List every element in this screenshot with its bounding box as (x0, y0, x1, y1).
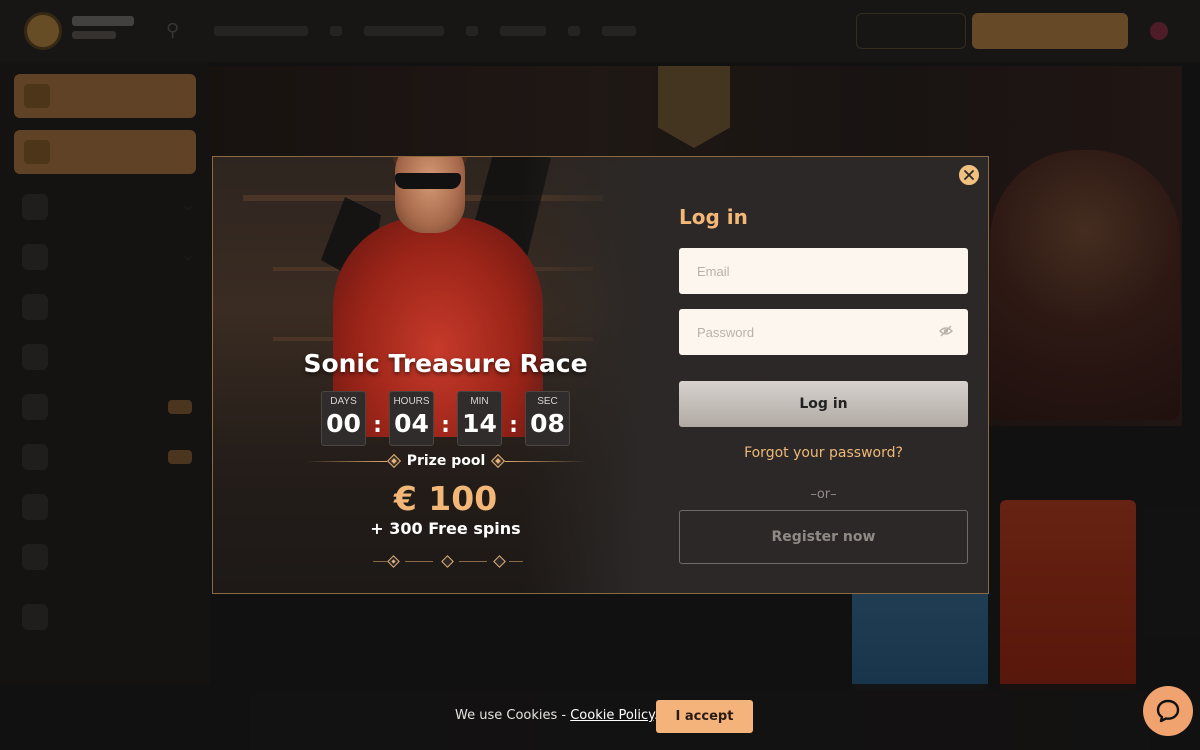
countdown-label: SEC (537, 396, 558, 407)
carousel-dot-active[interactable] (387, 555, 400, 568)
cookie-message: We use Cookies - Cookie Policy. (455, 708, 658, 723)
login-modal: Sonic Treasure Race DAYS 00 : HOURS 04 :… (212, 156, 989, 594)
divider-line (509, 561, 523, 562)
countdown-separator: : (373, 413, 382, 438)
countdown-hours: HOURS 04 (389, 391, 434, 446)
carousel-dots (373, 555, 523, 569)
promo-character-glasses (395, 173, 461, 189)
countdown-value: 00 (326, 409, 361, 438)
divider-line (405, 561, 433, 562)
cookie-policy-link[interactable]: Cookie Policy (570, 708, 654, 723)
password-field[interactable] (679, 309, 968, 355)
countdown-value: 04 (394, 409, 429, 438)
countdown-days: DAYS 00 (321, 391, 366, 446)
close-button[interactable] (957, 163, 981, 187)
countdown-label: HOURS (393, 396, 430, 407)
promo-character-head (395, 157, 465, 233)
divider-line (373, 561, 387, 562)
event-title: Sonic Treasure Race (303, 349, 588, 378)
countdown-label: DAYS (330, 396, 357, 407)
countdown-separator: : (509, 413, 518, 438)
login-submit-button[interactable]: Log in (679, 381, 968, 427)
close-icon (964, 170, 974, 180)
cookie-text: We use Cookies - (455, 708, 571, 723)
prize-extra: + 300 Free spins (370, 519, 521, 538)
forgot-password-link[interactable]: Forgot your password? (679, 445, 968, 461)
email-field[interactable] (679, 248, 968, 294)
carousel-dot[interactable] (441, 555, 454, 568)
countdown-value: 08 (530, 409, 565, 438)
login-title: Log in (679, 205, 748, 229)
countdown-minutes: MIN 14 (457, 391, 502, 446)
divider-line (505, 461, 587, 462)
or-separator: –or– (810, 487, 837, 502)
divider-line (459, 561, 487, 562)
register-button[interactable]: Register now (679, 510, 968, 564)
prize-pool-header: Prize pool (305, 453, 587, 471)
countdown-value: 14 (462, 409, 497, 438)
cookie-bar: We use Cookies - Cookie Policy. I accept (0, 684, 1200, 750)
eye-icon[interactable] (939, 324, 953, 338)
countdown-seconds: SEC 08 (525, 391, 570, 446)
countdown-separator: : (441, 413, 450, 438)
prize-amount: € 100 (393, 479, 498, 518)
chat-button[interactable] (1143, 686, 1193, 736)
countdown-timer: DAYS 00 : HOURS 04 : MIN 14 : SEC 08 (321, 391, 570, 446)
carousel-dot[interactable] (493, 555, 506, 568)
accept-cookies-button[interactable]: I accept (656, 700, 753, 733)
chat-icon (1156, 699, 1180, 723)
countdown-label: MIN (470, 396, 489, 407)
